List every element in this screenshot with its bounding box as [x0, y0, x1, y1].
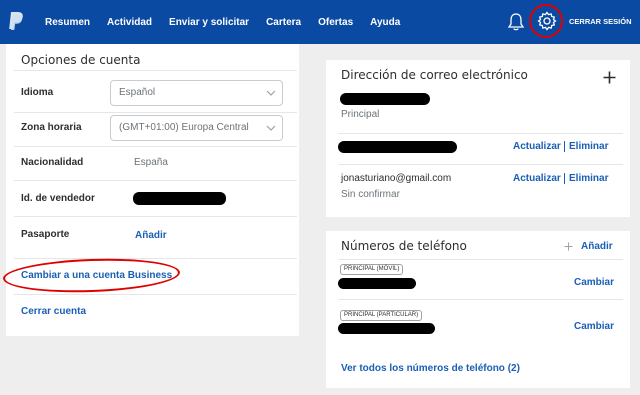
primary-mobile-badge: PRINCIPAL (MÓVIL)	[340, 264, 404, 275]
nav-item-ofertas[interactable]: Ofertas	[318, 17, 353, 28]
plus-icon[interactable]	[603, 71, 616, 84]
mobile-number-redaction	[338, 278, 416, 289]
divider	[338, 299, 623, 300]
email-card-title: Dirección de correo electrónico	[341, 68, 528, 82]
divider	[338, 133, 623, 134]
add-phone-link[interactable]: Añadir	[581, 241, 613, 252]
chevron-down-icon	[266, 125, 276, 131]
nav-item-actividad[interactable]: Actividad	[107, 17, 152, 28]
nav-item-cartera[interactable]: Cartera	[266, 17, 301, 28]
separator	[564, 173, 565, 184]
see-all-phones-link[interactable]: Ver todos los números de teléfono (2)	[341, 363, 520, 374]
phone-card-title: Números de teléfono	[341, 239, 467, 253]
primary-email-label: Principal	[341, 109, 380, 120]
seller-id-redaction	[133, 192, 226, 205]
email-card: Dirección de correo electrónico Principa…	[326, 60, 630, 217]
add-passport-link[interactable]: Añadir	[135, 230, 167, 241]
nav-item-ayuda[interactable]: Ayuda	[370, 17, 400, 28]
timezone-select[interactable]: (GMT+01:00) Europa Central	[110, 115, 283, 141]
language-label: Idioma	[21, 87, 54, 98]
third-email-address: jonasturiano@gmail.com	[341, 173, 452, 184]
divider	[14, 180, 297, 181]
nationality-label: Nacionalidad	[21, 157, 84, 168]
divider	[14, 294, 297, 295]
close-account-link[interactable]: Cerrar cuenta	[21, 306, 86, 317]
nav-item-enviar-solicitar[interactable]: Enviar y solicitar	[169, 17, 249, 28]
logout-link[interactable]: CERRAR SESIÓN	[569, 17, 632, 26]
primary-home-badge: PRINCIPAL (PARTICULAR)	[340, 310, 423, 321]
bell-icon[interactable]	[507, 12, 525, 32]
remove-email-link[interactable]: Eliminar	[569, 141, 608, 152]
divider	[14, 258, 297, 259]
account-options-title: Opciones de cuenta	[21, 53, 141, 67]
home-number-redaction	[338, 323, 435, 334]
divider	[14, 216, 297, 217]
language-select-value: Español	[119, 87, 156, 98]
phone-card: Números de teléfono Añadir PRINCIPAL (MÓ…	[326, 231, 630, 388]
timezone-select-value: (GMT+01:00) Europa Central	[119, 122, 249, 133]
separator	[564, 141, 565, 152]
divider	[14, 146, 297, 147]
paypal-logo-icon[interactable]	[8, 11, 24, 31]
second-email-redaction	[338, 141, 457, 153]
top-navigation-bar: Resumen Actividad Enviar y solicitar Car…	[0, 0, 640, 44]
main-nav: Resumen Actividad Enviar y solicitar Car…	[45, 0, 417, 44]
divider	[338, 259, 623, 260]
update-email-link[interactable]: Actualizar	[513, 141, 561, 152]
divider	[14, 70, 297, 71]
remove-email-link[interactable]: Eliminar	[569, 173, 608, 184]
change-mobile-link[interactable]: Cambiar	[574, 277, 614, 288]
change-home-link[interactable]: Cambiar	[574, 321, 614, 332]
seller-id-label: Id. de vendedor	[21, 193, 95, 204]
divider	[338, 164, 623, 165]
nationality-value: España	[134, 157, 168, 168]
primary-email-redaction	[340, 93, 430, 105]
chevron-down-icon	[266, 90, 276, 96]
divider	[14, 112, 297, 113]
passport-label: Pasaporte	[21, 229, 70, 240]
language-select[interactable]: Español	[110, 80, 283, 106]
plus-icon[interactable]	[564, 242, 573, 251]
business-link-highlight-annotation	[2, 255, 181, 296]
account-options-card: Opciones de cuenta Idioma Español Zona h…	[2, 44, 299, 336]
timezone-label: Zona horaria	[21, 122, 82, 133]
nav-item-resumen[interactable]: Resumen	[45, 17, 90, 28]
gear-highlight-annotation	[529, 4, 563, 38]
unconfirmed-status: Sin confirmar	[341, 189, 400, 200]
update-email-link[interactable]: Actualizar	[513, 173, 561, 184]
